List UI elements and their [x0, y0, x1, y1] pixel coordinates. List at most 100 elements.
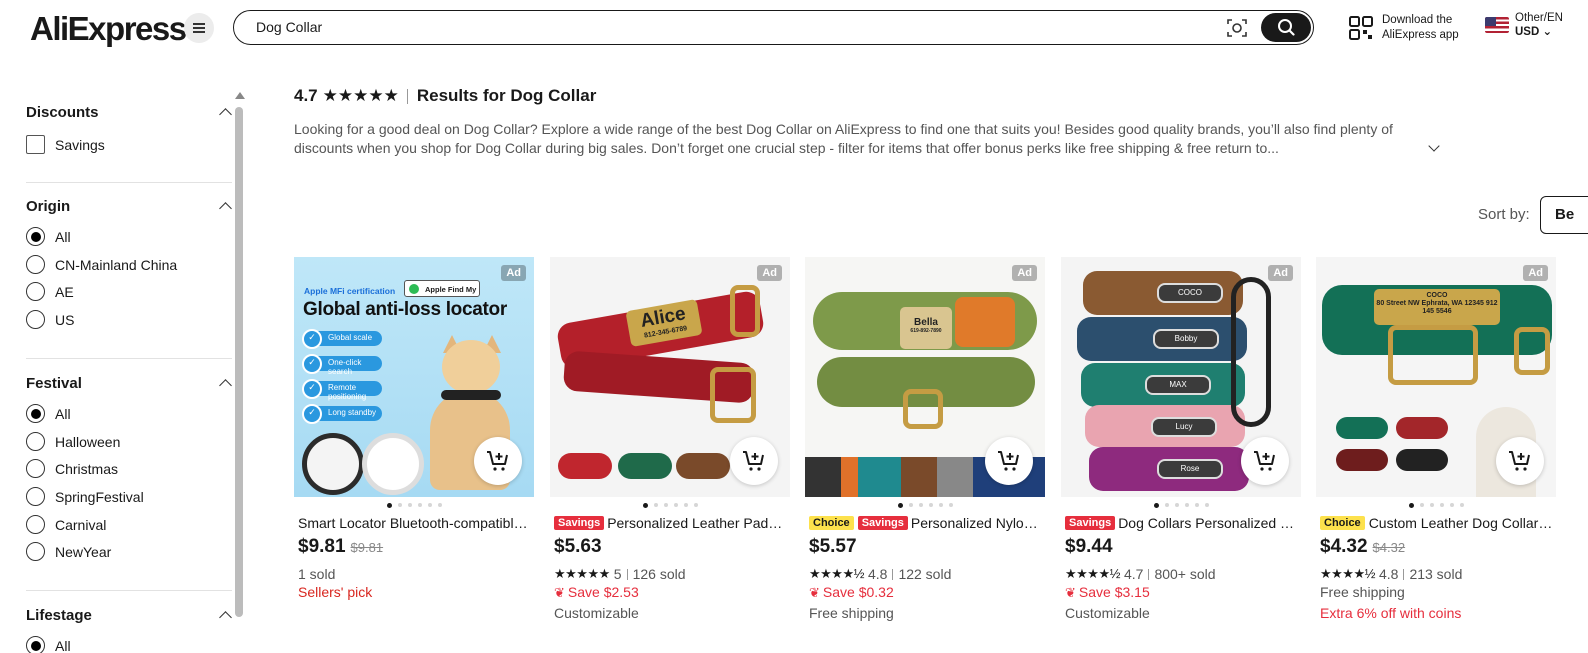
filter-lifestage: Lifestage All [26, 607, 232, 653]
sold-count: 1 sold [298, 566, 336, 582]
sort-label: Sort by: [1478, 206, 1530, 223]
product-title[interactable]: Savings Dog Collars Personalized Custom … [1065, 514, 1299, 532]
product-card[interactable]: Apple MFi certification Apple Find My Gl… [294, 257, 534, 637]
image-carousel-dots[interactable] [294, 502, 534, 508]
image-carousel-dots[interactable] [805, 502, 1045, 508]
radio[interactable] [26, 515, 45, 534]
radio[interactable] [26, 282, 45, 301]
product-card[interactable]: COCO 80 Street NW Ephrata, WA 12345 912 1… [1316, 257, 1556, 637]
download-line2: AliExpress app [1382, 29, 1459, 41]
product-card[interactable]: COCO Bobby MAX Lucy Rose Ad Savings Dog … [1061, 257, 1301, 637]
add-to-cart-icon [1509, 451, 1530, 471]
product-title-text[interactable]: Smart Locator Bluetooth-compatible Anti-… [298, 515, 532, 531]
filter-title-origin: Origin [26, 198, 71, 215]
radio[interactable] [26, 310, 45, 329]
filter-option-all[interactable]: All [26, 636, 71, 653]
product-card[interactable]: Bella 619-892-7890 Ad Choice Savings Pers… [805, 257, 1045, 637]
add-to-cart-icon [743, 451, 764, 471]
search-button[interactable] [1261, 12, 1311, 42]
product-title[interactable]: Smart Locator Bluetooth-compatible Anti-… [298, 514, 532, 532]
image-text: Apple Find My [404, 280, 480, 297]
search-input[interactable] [256, 11, 1156, 43]
option-label: Halloween [55, 433, 121, 450]
customizable-label: Customizable [1065, 605, 1150, 621]
radio[interactable] [26, 542, 45, 561]
filter-option-christmas[interactable]: Christmas [26, 459, 118, 478]
product-rating: 4.7 [1123, 566, 1144, 582]
sidebar-scrollbar[interactable] [233, 92, 245, 622]
product-title-text[interactable]: Custom Leather Dog Collar Personalized [1369, 515, 1554, 531]
filter-title-discounts: Discounts [26, 104, 99, 121]
aliexpress-logo[interactable]: AliExpress [30, 10, 187, 48]
product-image[interactable]: COCO 80 Street NW Ephrata, WA 12345 912 1… [1316, 257, 1556, 497]
product-image[interactable]: COCO Bobby MAX Lucy Rose Ad [1061, 257, 1301, 497]
checkbox[interactable] [26, 135, 45, 154]
coupon-icon: ❦ [1065, 585, 1076, 600]
divider [26, 358, 232, 359]
download-line1: Download the [1382, 14, 1453, 26]
filter-option-ae[interactable]: AE [26, 282, 74, 301]
product-title[interactable]: Choice Savings Personalized Nylon Dog Co… [809, 514, 1043, 532]
menu-button[interactable] [184, 13, 214, 43]
free-shipping-label: Free shipping [809, 605, 894, 621]
product-title-text[interactable]: Personalized Leather Padded Dog Collar [607, 515, 788, 531]
product-card[interactable]: Alice 812-345-6789 Ad Savings Personalize… [550, 257, 790, 637]
filter-option-cn[interactable]: CN-Mainland China [26, 255, 177, 274]
filter-option-savings[interactable]: Savings [26, 135, 105, 154]
product-title-text[interactable]: Dog Collars Personalized Custom Leather [1118, 515, 1299, 531]
add-to-cart-button[interactable] [1241, 437, 1289, 485]
radio[interactable] [26, 459, 45, 478]
product-image[interactable]: Apple MFi certification Apple Find My Gl… [294, 257, 534, 497]
download-app-link[interactable]: Download the AliExpress app [1349, 13, 1459, 43]
results-header: 4.7 ★★★★★ Results for Dog Collar [294, 86, 596, 106]
coupon-icon: ❦ [809, 585, 820, 600]
product-image[interactable]: Alice 812-345-6789 Ad [550, 257, 790, 497]
image-carousel-dots[interactable] [550, 502, 790, 508]
product-title[interactable]: Choice Custom Leather Dog Collar Persona… [1320, 514, 1554, 532]
radio[interactable] [26, 255, 45, 274]
sort-dropdown[interactable]: Be [1540, 196, 1588, 234]
ad-badge: Ad [757, 265, 782, 281]
product-image[interactable]: Bella 619-892-7890 Ad [805, 257, 1045, 497]
image-carousel-dots[interactable] [1061, 502, 1301, 508]
option-label: All [55, 228, 71, 245]
filter-option-all[interactable]: All [26, 227, 71, 246]
option-label: SpringFestival [55, 488, 144, 505]
filter-option-springfestival[interactable]: SpringFestival [26, 487, 144, 506]
search-icon [1278, 19, 1295, 36]
image-search-icon[interactable] [1227, 18, 1247, 38]
radio-selected[interactable] [26, 227, 45, 246]
product-price: $9.81 [298, 536, 346, 557]
option-label: All [55, 637, 71, 653]
product-rating: 4.8 [1378, 566, 1399, 582]
add-to-cart-button[interactable] [474, 437, 522, 485]
locale-selector[interactable]: Other/EN USD ⌄ [1485, 11, 1563, 39]
expand-description-icon[interactable] [1428, 140, 1440, 152]
radio-selected[interactable] [26, 404, 45, 423]
add-to-cart-button[interactable] [730, 437, 778, 485]
scroll-up-icon[interactable] [235, 92, 245, 99]
add-to-cart-button[interactable] [985, 437, 1033, 485]
radio[interactable] [26, 432, 45, 451]
product-price: $4.32 [1320, 536, 1368, 557]
image-carousel-dots[interactable] [1316, 502, 1556, 508]
divider [26, 182, 232, 183]
coins-discount-label: Extra 6% off with coins [1320, 605, 1462, 621]
add-to-cart-button[interactable] [1496, 437, 1544, 485]
option-label: Christmas [55, 460, 119, 477]
option-label: AE [55, 283, 74, 300]
filter-option-halloween[interactable]: Halloween [26, 432, 120, 451]
filter-option-newyear[interactable]: NewYear [26, 542, 111, 561]
product-price: $9.44 [1065, 536, 1113, 557]
radio-selected[interactable] [26, 636, 45, 653]
product-title-text[interactable]: Personalized Nylon Dog Collar [911, 515, 1043, 531]
filter-option-carnival[interactable]: Carnival [26, 515, 106, 534]
product-title[interactable]: Savings Personalized Leather Padded Dog … [554, 514, 788, 532]
radio[interactable] [26, 487, 45, 506]
scrollbar-thumb[interactable] [235, 107, 243, 617]
filter-option-us[interactable]: US [26, 310, 74, 329]
option-label: Savings [55, 136, 105, 153]
save-text: Save $0.32 [822, 584, 894, 600]
sold-count: 800+ sold [1154, 566, 1216, 582]
filter-option-all[interactable]: All [26, 404, 71, 423]
